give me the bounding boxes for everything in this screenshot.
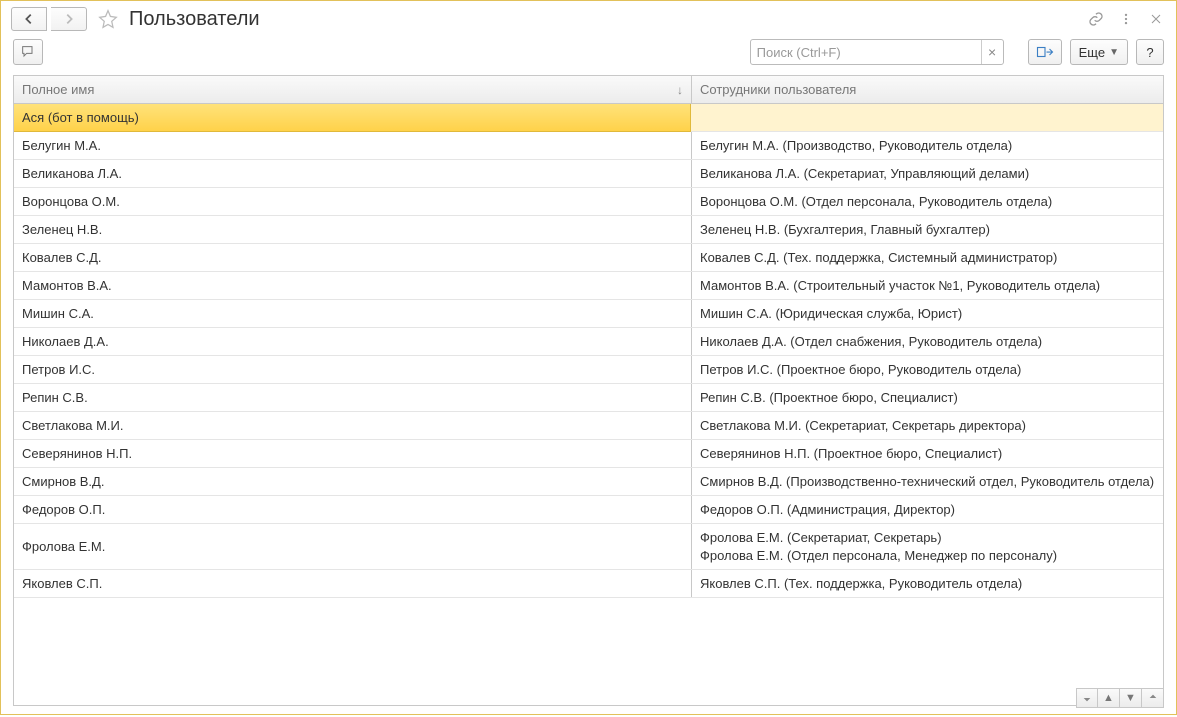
- table-row[interactable]: Белугин М.А.Белугин М.А. (Производство, …: [14, 132, 1163, 160]
- grid-body[interactable]: Ася (бот в помощь)Белугин М.А.Белугин М.…: [14, 104, 1163, 705]
- more-button-label: Еще: [1079, 45, 1105, 60]
- column-header-fullname[interactable]: Полное имя ↓: [14, 76, 692, 103]
- cell-employees: Мишин С.А. (Юридическая служба, Юрист): [692, 300, 1163, 327]
- cell-fullname: Фролова Е.М.: [14, 524, 692, 569]
- search-clear-icon[interactable]: ×: [981, 40, 1003, 64]
- table-row[interactable]: Мишин С.А.Мишин С.А. (Юридическая служба…: [14, 300, 1163, 328]
- cell-employees: Петров И.С. (Проектное бюро, Руководител…: [692, 356, 1163, 383]
- grid-navigator: ▲ ▼: [1076, 688, 1164, 708]
- table-row[interactable]: Воронцова О.М.Воронцова О.М. (Отдел перс…: [14, 188, 1163, 216]
- column-fullname-label: Полное имя: [22, 82, 94, 97]
- cell-employees: Великанова Л.А. (Секретариат, Управляющи…: [692, 160, 1163, 187]
- cell-fullname: Северянинов Н.П.: [14, 440, 692, 467]
- window-header: Пользователи: [1, 1, 1176, 33]
- more-button[interactable]: Еще ▼: [1070, 39, 1128, 65]
- table-row[interactable]: Светлакова М.И.Светлакова М.И. (Секретар…: [14, 412, 1163, 440]
- table-row[interactable]: Федоров О.П.Федоров О.П. (Администрация,…: [14, 496, 1163, 524]
- grid-header: Полное имя ↓ Сотрудники пользователя: [14, 76, 1163, 104]
- toolbar: × Еще ▼ ?: [1, 33, 1176, 75]
- cell-employees: Воронцова О.М. (Отдел персонала, Руковод…: [692, 188, 1163, 215]
- kebab-menu-icon[interactable]: [1116, 9, 1136, 29]
- cell-fullname: Ася (бот в помощь): [14, 104, 691, 132]
- cell-fullname: Николаев Д.А.: [14, 328, 692, 355]
- cell-employees: Фролова Е.М. (Секретариат, Секретарь)Фро…: [692, 524, 1163, 569]
- help-button-label: ?: [1146, 45, 1153, 60]
- table-row[interactable]: Петров И.С.Петров И.С. (Проектное бюро, …: [14, 356, 1163, 384]
- help-button[interactable]: ?: [1136, 39, 1164, 65]
- page-title: Пользователи: [129, 8, 260, 31]
- discussion-button[interactable]: [13, 39, 43, 65]
- nav-first-icon[interactable]: [1076, 688, 1098, 708]
- cell-employees: Яковлев С.П. (Тех. поддержка, Руководите…: [692, 570, 1163, 597]
- cell-fullname: Репин С.В.: [14, 384, 692, 411]
- column-employees-label: Сотрудники пользователя: [700, 82, 856, 97]
- table-row[interactable]: Репин С.В.Репин С.В. (Проектное бюро, Сп…: [14, 384, 1163, 412]
- nav-down-icon[interactable]: ▼: [1120, 688, 1142, 708]
- table-row[interactable]: Яковлев С.П.Яковлев С.П. (Тех. поддержка…: [14, 570, 1163, 598]
- sort-indicator-icon: ↓: [677, 83, 683, 97]
- chevron-down-icon: ▼: [1109, 47, 1119, 58]
- search-input[interactable]: [751, 41, 981, 63]
- header-right-controls: [1086, 9, 1166, 29]
- table-row[interactable]: Мамонтов В.А.Мамонтов В.А. (Строительный…: [14, 272, 1163, 300]
- cell-employees: Николаев Д.А. (Отдел снабжения, Руководи…: [692, 328, 1163, 355]
- cell-fullname: Смирнов В.Д.: [14, 468, 692, 495]
- table-row[interactable]: Северянинов Н.П.Северянинов Н.П. (Проект…: [14, 440, 1163, 468]
- users-window: Пользователи ×: [0, 0, 1177, 715]
- cell-employees: Белугин М.А. (Производство, Руководитель…: [692, 132, 1163, 159]
- cell-employees: Мамонтов В.А. (Строительный участок №1, …: [692, 272, 1163, 299]
- cell-employees: Федоров О.П. (Администрация, Директор): [692, 496, 1163, 523]
- favorite-star-icon[interactable]: [97, 8, 119, 30]
- table-row[interactable]: Зеленец Н.В.Зеленец Н.В. (Бухгалтерия, Г…: [14, 216, 1163, 244]
- cell-fullname: Светлакова М.И.: [14, 412, 692, 439]
- nav-up-icon[interactable]: ▲: [1098, 688, 1120, 708]
- cell-fullname: Мишин С.А.: [14, 300, 692, 327]
- cell-employees: Светлакова М.И. (Секретариат, Секретарь …: [692, 412, 1163, 439]
- cell-fullname: Федоров О.П.: [14, 496, 692, 523]
- cell-fullname: Белугин М.А.: [14, 132, 692, 159]
- toolbar-right: Еще ▼ ?: [1028, 39, 1164, 65]
- search-field[interactable]: ×: [750, 39, 1004, 65]
- forward-button[interactable]: [51, 7, 87, 31]
- cell-employees: Северянинов Н.П. (Проектное бюро, Специа…: [692, 440, 1163, 467]
- nav-last-icon[interactable]: [1142, 688, 1164, 708]
- import-button[interactable]: [1028, 39, 1062, 65]
- users-grid: Полное имя ↓ Сотрудники пользователя Ася…: [13, 75, 1164, 706]
- column-header-employees[interactable]: Сотрудники пользователя: [692, 76, 1163, 103]
- cell-fullname: Яковлев С.П.: [14, 570, 692, 597]
- back-button[interactable]: [11, 7, 47, 31]
- table-row[interactable]: Николаев Д.А.Николаев Д.А. (Отдел снабже…: [14, 328, 1163, 356]
- table-row[interactable]: Смирнов В.Д.Смирнов В.Д. (Производственн…: [14, 468, 1163, 496]
- cell-fullname: Зеленец Н.В.: [14, 216, 692, 243]
- cell-fullname: Петров И.С.: [14, 356, 692, 383]
- cell-fullname: Великанова Л.А.: [14, 160, 692, 187]
- cell-fullname: Мамонтов В.А.: [14, 272, 692, 299]
- cell-employees: Ковалев С.Д. (Тех. поддержка, Системный …: [692, 244, 1163, 271]
- cell-employees: Зеленец Н.В. (Бухгалтерия, Главный бухга…: [692, 216, 1163, 243]
- cell-fullname: Воронцова О.М.: [14, 188, 692, 215]
- cell-employees: [691, 104, 1163, 131]
- table-row[interactable]: Великанова Л.А.Великанова Л.А. (Секретар…: [14, 160, 1163, 188]
- cell-employees: Смирнов В.Д. (Производственно-технически…: [692, 468, 1163, 495]
- link-icon[interactable]: [1086, 9, 1106, 29]
- table-row[interactable]: Ковалев С.Д.Ковалев С.Д. (Тех. поддержка…: [14, 244, 1163, 272]
- close-icon[interactable]: [1146, 9, 1166, 29]
- table-row[interactable]: Фролова Е.М.Фролова Е.М. (Секретариат, С…: [14, 524, 1163, 570]
- table-row[interactable]: Ася (бот в помощь): [14, 104, 1163, 132]
- cell-fullname: Ковалев С.Д.: [14, 244, 692, 271]
- cell-employees: Репин С.В. (Проектное бюро, Специалист): [692, 384, 1163, 411]
